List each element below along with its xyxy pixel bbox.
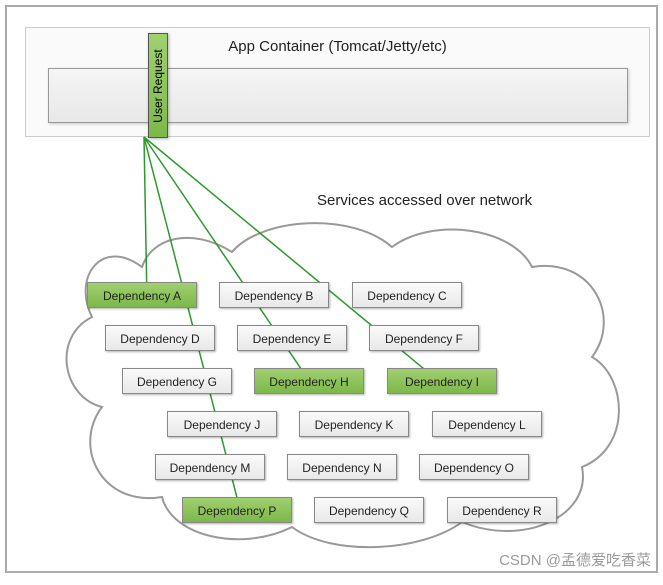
- app-container-inner: [48, 68, 628, 123]
- dependency-f: Dependency F: [369, 325, 479, 351]
- dependency-r: Dependency R: [447, 497, 557, 523]
- dependency-c: Dependency C: [352, 282, 462, 308]
- diagram-frame: App Container (Tomcat/Jetty/etc) User Re…: [5, 5, 658, 573]
- dependency-i: Dependency I: [387, 368, 497, 394]
- app-container-outer: App Container (Tomcat/Jetty/etc) User Re…: [25, 27, 650, 137]
- dependency-l: Dependency L: [432, 411, 542, 437]
- dependency-k: Dependency K: [299, 411, 409, 437]
- dependency-n: Dependency N: [287, 454, 397, 480]
- user-request-label: User Request: [151, 49, 165, 122]
- dependency-g: Dependency G: [122, 368, 232, 394]
- dependency-b: Dependency B: [219, 282, 329, 308]
- dependency-h: Dependency H: [254, 368, 364, 394]
- app-container-title: App Container (Tomcat/Jetty/etc): [26, 38, 649, 55]
- dependency-o: Dependency O: [419, 454, 529, 480]
- user-request-box: User Request: [148, 33, 168, 138]
- dependency-p: Dependency P: [182, 497, 292, 523]
- dependency-m: Dependency M: [155, 454, 265, 480]
- dependency-j: Dependency J: [167, 411, 277, 437]
- dependency-a: Dependency A: [87, 282, 197, 308]
- dependency-e: Dependency E: [237, 325, 347, 351]
- dependency-d: Dependency D: [105, 325, 215, 351]
- watermark: CSDN @孟德爱吃香菜: [499, 549, 651, 570]
- dependency-q: Dependency Q: [314, 497, 424, 523]
